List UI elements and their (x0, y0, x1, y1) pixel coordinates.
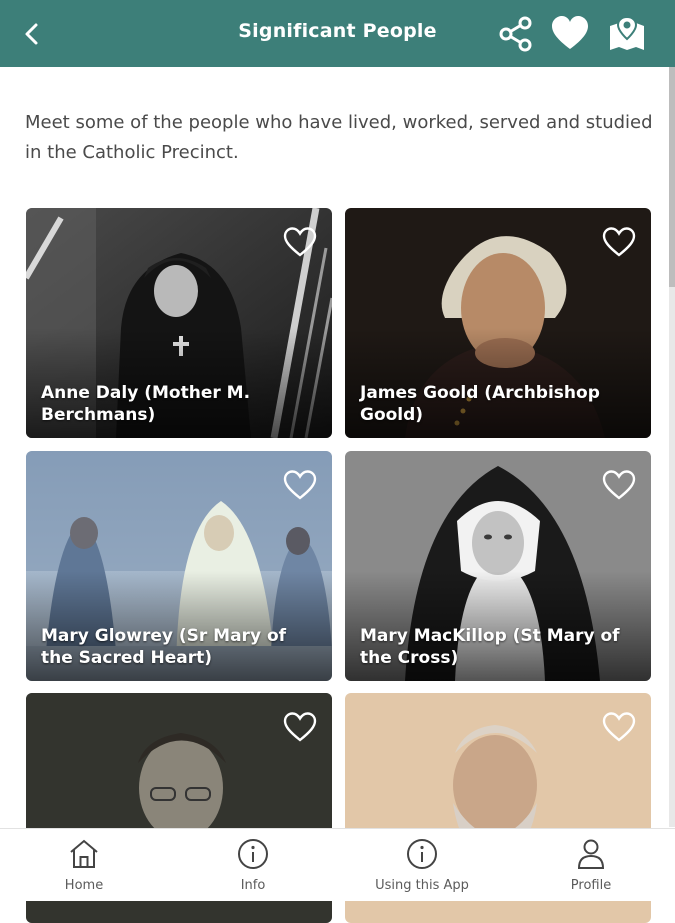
heart-outline-icon[interactable] (602, 226, 636, 258)
heart-outline-icon[interactable] (602, 711, 636, 743)
person-card-anne-daly[interactable]: Anne Daly (Mother M. Berchmans) (26, 208, 332, 438)
person-card-mary-mackillop[interactable]: Mary MacKillop (St Mary of the Cross) (345, 451, 651, 681)
app-bar: Significant People (0, 0, 675, 67)
nav-profile[interactable]: Profile (507, 829, 675, 901)
info-icon (407, 839, 437, 869)
nav-info[interactable]: Info (169, 829, 337, 901)
nav-using-this-app-label: Using this App (375, 878, 469, 893)
scrollbar-thumb[interactable] (669, 67, 675, 287)
heart-outline-icon[interactable] (283, 469, 317, 501)
bottom-navigation: Home Info Using this App Profile (0, 828, 675, 901)
person-name: Mary Glowrey (Sr Mary of the Sacred Hear… (41, 626, 287, 668)
favorites-heart-icon[interactable] (550, 14, 590, 54)
person-icon (577, 839, 605, 869)
home-icon (70, 839, 98, 868)
scrollbar[interactable] (669, 67, 675, 827)
person-name: Anne Daly (Mother M. Berchmans) (41, 383, 251, 425)
nav-home[interactable]: Home (0, 829, 168, 901)
back-chevron-icon[interactable] (16, 18, 48, 50)
person-card-james-goold[interactable]: James Goold (Archbishop Goold) (345, 208, 651, 438)
info-icon (238, 839, 268, 869)
nav-info-label: Info (240, 878, 266, 893)
heart-outline-icon[interactable] (283, 711, 317, 743)
nav-profile-label: Profile (570, 878, 612, 893)
share-icon[interactable] (496, 14, 536, 54)
nav-using-this-app[interactable]: Using this App (338, 829, 506, 901)
map-marker-icon[interactable] (607, 14, 647, 54)
heart-outline-icon[interactable] (283, 226, 317, 258)
nav-home-label: Home (64, 878, 104, 893)
heart-outline-icon[interactable] (602, 469, 636, 501)
person-name: Mary MacKillop (St Mary of the Cross) (360, 626, 620, 668)
intro-text: Meet some of the people who have lived, … (25, 112, 653, 163)
person-card-mary-glowrey[interactable]: Mary Glowrey (Sr Mary of the Sacred Hear… (26, 451, 332, 681)
person-name: James Goold (Archbishop Goold) (360, 383, 600, 425)
